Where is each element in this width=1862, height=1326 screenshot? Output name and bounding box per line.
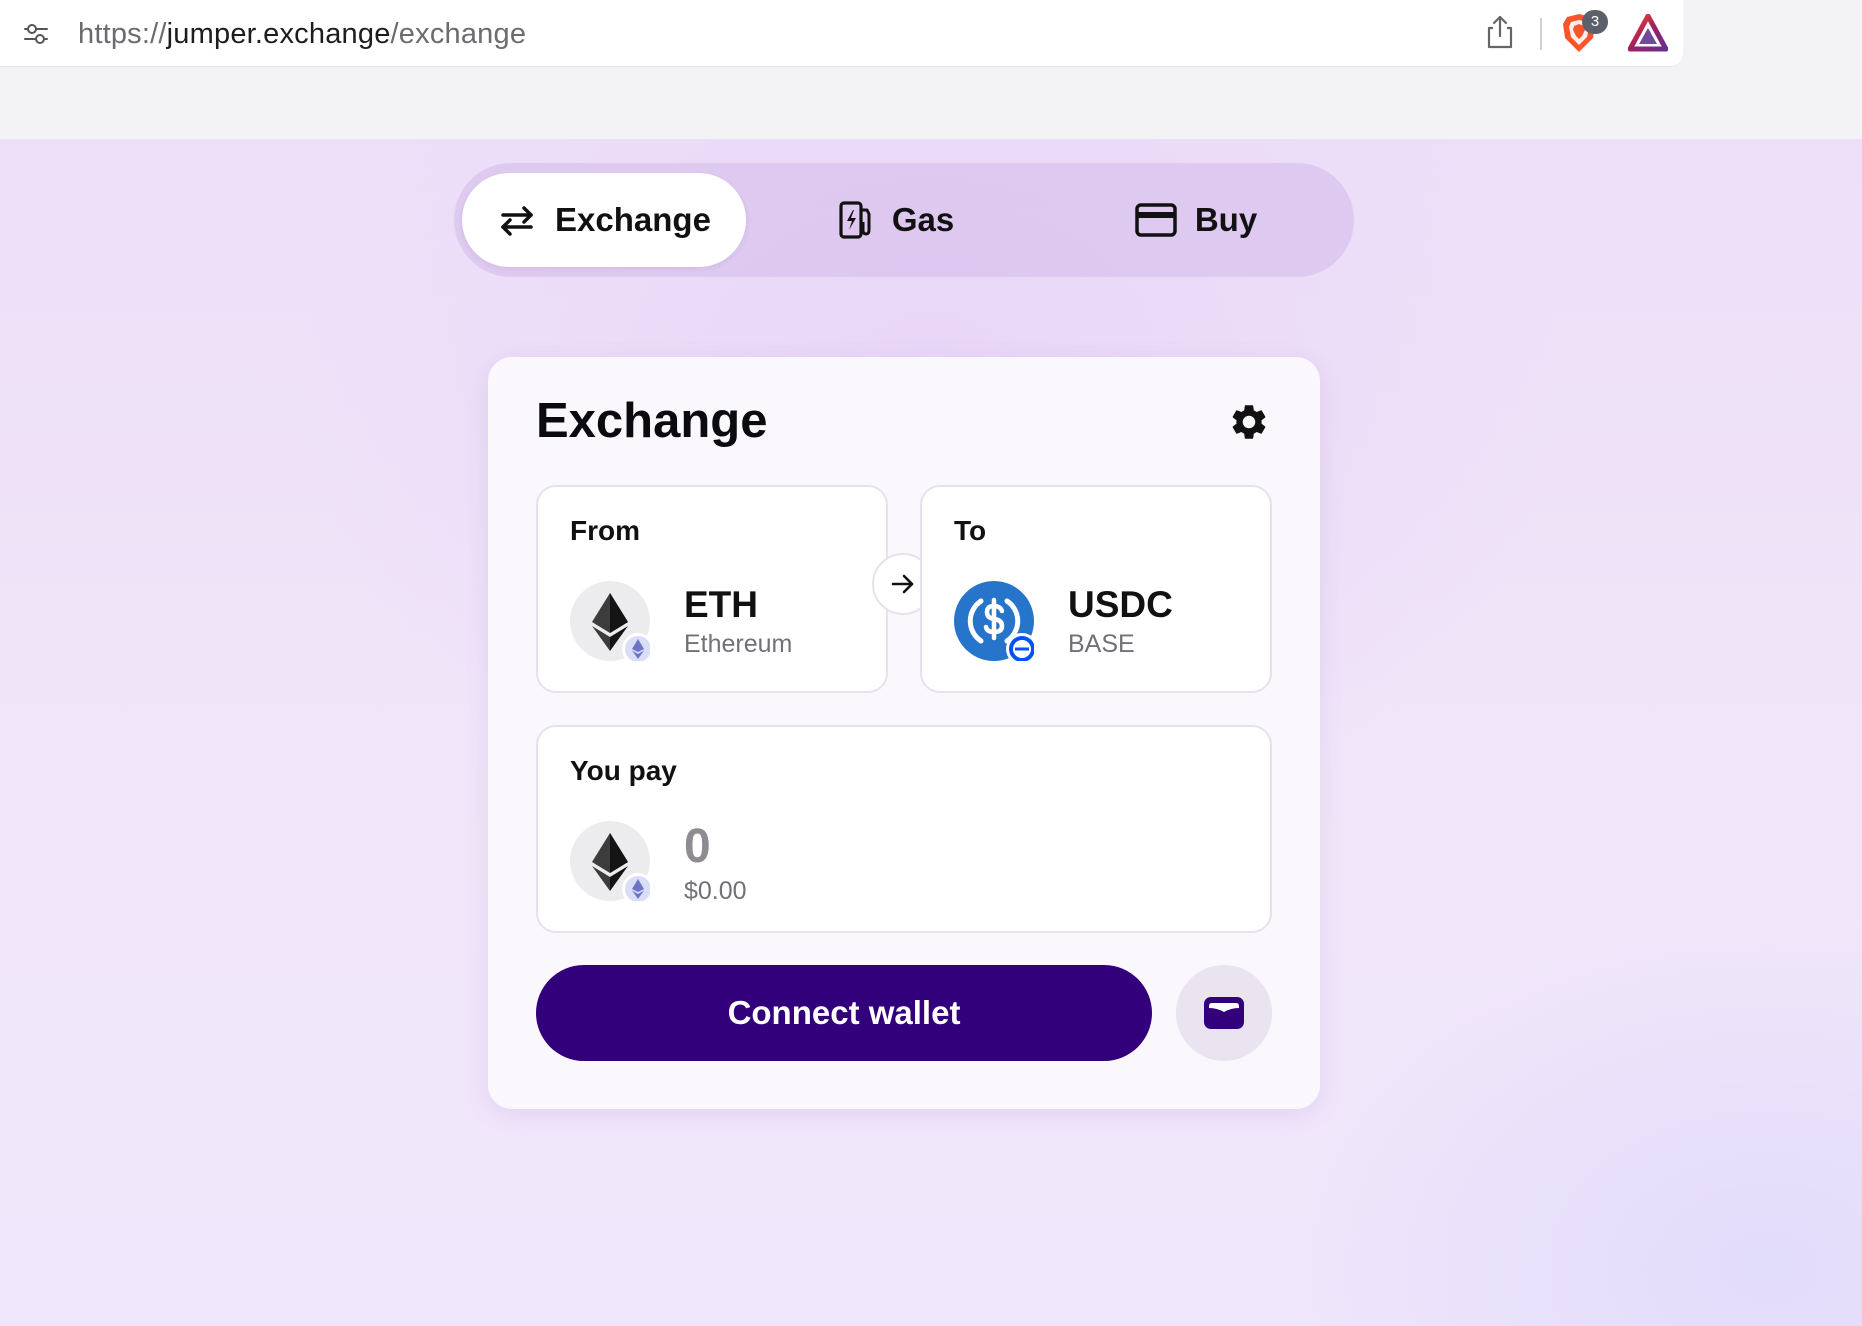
swap-arrows-icon [501, 206, 533, 236]
toolbar-divider [1540, 18, 1542, 50]
tab-buy-label: Buy [1194, 201, 1258, 238]
main-nav: Exchange Gas Buy [454, 163, 1354, 277]
url-path: /exchange [390, 18, 527, 50]
tab-buy[interactable]: Buy [1046, 173, 1346, 267]
url-text[interactable]: https://jumper.exchange/exchange [78, 14, 526, 54]
tab-gas[interactable]: Gas [754, 173, 1038, 267]
from-token-symbol: ETH [684, 584, 758, 625]
usdc-token-icon [954, 581, 1034, 661]
wallet-menu-button[interactable] [1176, 965, 1272, 1061]
credit-card-icon [1135, 203, 1177, 237]
connect-wallet-button[interactable]: Connect wallet [536, 965, 1152, 1061]
card-title: Exchange [536, 394, 768, 448]
tab-exchange-label: Exchange [555, 201, 711, 238]
page-background: Exchange Gas Buy Exchange From ETH Ether… [0, 139, 1862, 1326]
exchange-card: Exchange From ETH Ethereum To USDC BASE … [488, 357, 1320, 1109]
pay-amount-input[interactable]: 0 [684, 819, 711, 875]
pay-amount-box[interactable]: You pay 0 $0.00 [536, 725, 1272, 933]
shields-count-badge: 3 [1582, 10, 1608, 34]
wallet-icon [1204, 997, 1244, 1029]
browser-chrome: https://jumper.exchange/exchange 3 [0, 0, 1862, 139]
eth-token-icon [570, 821, 650, 901]
from-label: From [570, 515, 640, 546]
url-host: jumper.exchange [166, 18, 391, 50]
tab-gas-label: Gas [891, 201, 955, 238]
gear-icon[interactable] [1228, 401, 1270, 443]
arrow-right-icon [891, 574, 914, 594]
brave-rewards-icon[interactable] [1628, 14, 1668, 52]
tab-exchange[interactable]: Exchange [462, 173, 746, 267]
url-scheme: https:// [78, 18, 167, 50]
address-bar[interactable]: https://jumper.exchange/exchange 3 [0, 0, 1683, 66]
to-token-symbol: USDC [1068, 584, 1173, 625]
gas-pump-icon [839, 201, 871, 239]
from-chain-name: Ethereum [684, 630, 793, 658]
share-icon[interactable] [1484, 14, 1516, 50]
you-pay-label: You pay [570, 755, 677, 786]
to-chain-name: BASE [1068, 630, 1135, 658]
site-settings-icon[interactable] [22, 20, 50, 48]
to-label: To [954, 515, 987, 546]
pay-amount-usd: $0.00 [684, 877, 747, 905]
to-token-selector[interactable]: To USDC BASE [920, 485, 1272, 693]
from-token-selector[interactable]: From ETH Ethereum [536, 485, 888, 693]
eth-token-icon [570, 581, 650, 661]
